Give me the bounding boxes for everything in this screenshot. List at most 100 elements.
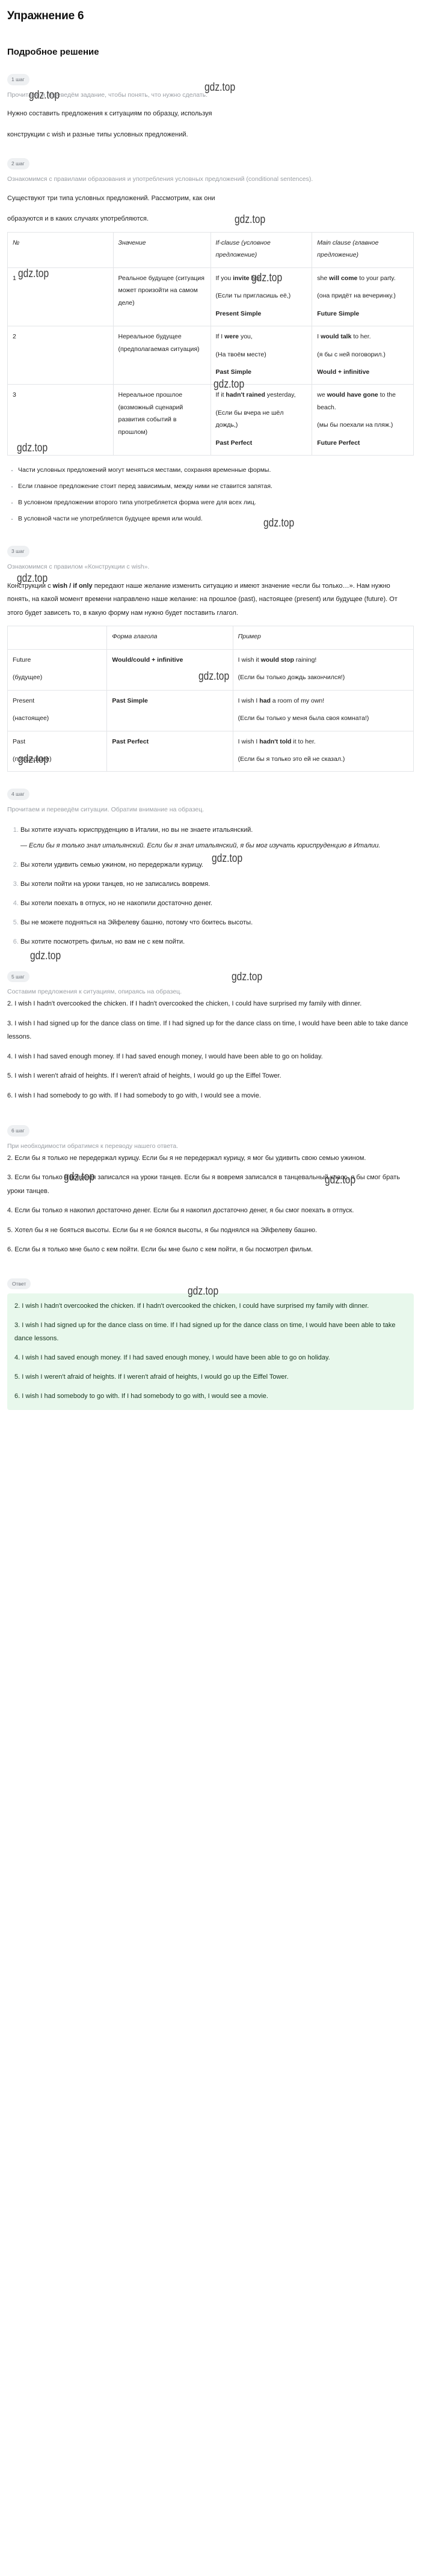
situation-text: Вы хотели поехать в отпуск, но не накопи… [20,899,212,907]
wish-intro: Конструкции с wish / if only передают на… [7,579,414,620]
step-badge-1: 1 шаг [7,74,29,85]
cell-main-clause: I would talk to her. (я бы с ней поговор… [312,326,414,385]
if-en-bold: were [224,333,239,341]
intro2-line-1: Существуют три типа условных предложений… [7,194,215,202]
col-header-if-clause: If-clause (условное предложение) [210,231,313,268]
situations-list: Вы хотите изучать юриспруденцию в Италии… [7,823,414,948]
cell-main-clause: we would have gone to the beach. (мы бы … [312,384,414,456]
col-header-verb-form: Форма глагола [106,626,233,650]
example-post: raining! [293,656,317,664]
if-clause-tense: Past Perfect [215,439,253,447]
cell-number: 1 [7,267,114,327]
table-row: 1 Реальное будущее (ситуация может произ… [7,267,414,327]
main-en-bold: will come [329,274,358,282]
if-en-post: yesterday, [265,391,296,399]
step-badge-5: 5 шаг [7,971,29,983]
main-en-post: to your party. [357,274,396,282]
time-ru: (прошедшее) [13,755,52,763]
list-item: Вы хотели удивить семью ужином, но перед… [20,858,414,871]
verb-form: Would/could + infinitive [112,656,183,664]
task-line-2-wish: wish [52,130,66,138]
step-badge-3: 3 шаг [7,546,29,557]
main-clause-tense: Future Simple [317,310,360,317]
list-item: В условной части не употребляется будуще… [18,513,414,525]
example-pre: I wish I [238,737,260,745]
table-row: Present (настоящее) Past Simple I wish I… [7,689,414,731]
col-header-example: Пример [232,626,414,650]
if-clause-en: If it hadn't rained yesterday, [216,389,307,401]
list-item: Вы хотели пойти на уроки танцев, но не з… [20,877,414,891]
if-en-pre: If I [215,333,225,341]
verb-form: Past Simple [112,697,148,704]
verb-form: Past Perfect [112,737,149,745]
answer-item: 2. I wish I hadn't overcooked the chicke… [14,1302,369,1310]
answer-item: 3. I wish I had signed up for the dance … [7,1019,408,1041]
example-bold: had [259,697,271,704]
situation-text: Вы хотели пойти на уроки танцев, но не з… [20,880,210,888]
list-item: Вы не можете подняться на Эйфелеву башню… [20,916,414,929]
cell-time: Present (настоящее) [7,689,108,731]
table-row: 2 Нереальное будущее (предполагаемая сит… [7,326,414,385]
table-header-row: № Значение If-clause (условное предложен… [7,231,414,268]
answer-item: 6. Если бы я только мне было с кем пойти… [7,1246,313,1254]
if-en-post: you, [239,333,253,341]
cell-meaning: Нереальное прошлое (возможный сценарий р… [112,384,211,456]
if-clause-tense: Present Simple [215,310,262,317]
situation-text: Вы хотели удивить семью ужином, но перед… [20,861,203,868]
step-note-4: Прочитаем и переведём ситуации. Обратим … [7,805,204,813]
answers-russian: 2. Если бы я только не передержал курицу… [7,1152,414,1257]
list-item: Вы хотите изучать юриспруденцию в Италии… [20,823,414,852]
list-item: Вы хотите посмотреть фильм, но вам не с … [20,935,414,948]
task-line-2: конструкции с wish и разные типы условны… [7,128,414,142]
task-line-2-post: и разные типы условных предложений. [65,130,188,138]
step-badge-4: 4 шаг [7,789,29,800]
cell-verb-form: Past Perfect [106,730,233,772]
example-en: I wish it would stop raining! [238,654,408,666]
list-item: В условном предложении второго типа упот… [18,496,414,509]
main-en-bold: would talk [321,333,352,341]
col-header-blank [7,626,108,650]
situation-text: Вы хотите изучать юриспруденцию в Италии… [20,826,253,834]
if-clause-en: If you invite her, [216,272,307,284]
example-ru: (Если бы только дождь закончился!) [238,674,345,682]
answer-item: 2. I wish I hadn't overcooked the chicke… [7,1000,362,1007]
table-row: Future (будущее) Would/could + infinitiv… [7,649,414,691]
task-line-1: Нужно составить предложения к ситуациям … [7,110,212,118]
step-note-1: Прочитаем и переведём задание, чтобы пон… [7,91,208,99]
time-en: Present [13,697,35,704]
if-en-pre: If it [215,391,226,399]
if-clause-tense: Past Simple [215,368,252,376]
table-row: Past (прошедшее) Past Perfect I wish I h… [7,730,414,772]
main-en-bold: would have gone [327,391,378,399]
step-note-3: Ознакомимся с правилом «Конструкции с wi… [7,563,150,570]
answer-item: 6. I wish I had somebody to go with. If … [7,1091,261,1099]
table-row: 3 Нереальное прошлое (возможный сценарий… [7,384,414,456]
task-line-2-pre: конструкции с [7,130,52,138]
main-clause-ru: (мы бы поехали на пляж.) [317,421,393,429]
answer-item: 4. I wish I had saved enough money. If I… [7,1052,323,1060]
step-badge-6: 6 шаг [7,1125,29,1137]
situation-sample: — Если бы я только знал итальянский. Есл… [20,841,381,849]
example-post: it to her. [291,737,316,745]
answer-item: 2. Если бы я только не передержал курицу… [7,1154,366,1162]
main-en-pre: we [317,391,327,399]
list-item: Вы хотели поехать в отпуск, но не накопи… [20,897,414,910]
cell-if-clause: If it hadn't rained yesterday, (Если бы … [210,384,313,456]
answer-item: 4. Если бы только я накопил достаточно д… [7,1207,354,1215]
time-ru: (настоящее) [13,715,49,722]
if-en-bold: invite [233,274,250,282]
main-clause-en: I would talk to her. [317,331,408,343]
example-bold: would stop [260,656,294,664]
if-clause-en: If I were you, [216,331,307,343]
answer-item: 5. Хотел бы я не бояться высоты. Если бы… [7,1226,318,1234]
page-title: Упражнение 6 [7,10,84,22]
example-post: a room of my own! [270,697,325,704]
answer-item: 5. I wish I weren't afraid of heights. I… [7,1072,281,1080]
main-clause-tense: Future Perfect [317,439,360,447]
cell-number: 2 [7,326,114,385]
wish-table: Форма глагола Пример Future (будущее) Wo… [7,626,414,772]
if-clause-ru: (Если бы вчера не шёл дождь,) [215,409,284,429]
cell-if-clause: If you invite her, (Если ты пригласишь е… [210,267,313,327]
example-en: I wish I hadn't told it to her. [238,736,408,748]
cell-time: Future (будущее) [7,649,108,691]
